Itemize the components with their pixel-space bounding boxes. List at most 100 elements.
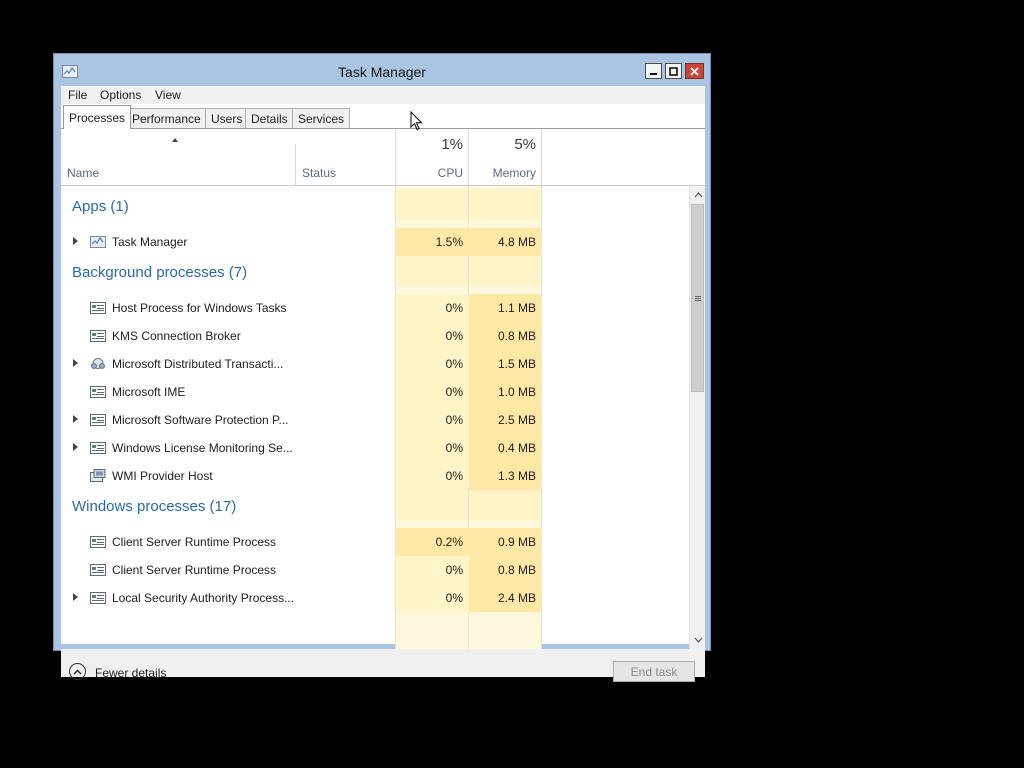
process-name: Task Manager xyxy=(112,235,188,249)
process-cpu: 0% xyxy=(396,584,469,612)
scroll-thumb[interactable] xyxy=(691,204,704,392)
cpu-total-percent: 1% xyxy=(441,136,463,153)
process-row[interactable]: Task Manager 1.5% 4.8 MB xyxy=(61,228,688,256)
chevron-up-icon xyxy=(73,669,82,674)
menu-view[interactable]: View xyxy=(155,87,181,103)
process-row[interactable]: Microsoft IME 0% 1.0 MB xyxy=(61,378,688,406)
expand-arrow-icon[interactable] xyxy=(73,359,78,367)
minimize-icon xyxy=(650,72,657,75)
process-name: Client Server Runtime Process xyxy=(112,535,277,549)
footer-bar: Fewer details End task xyxy=(61,649,705,682)
process-row[interactable]: Client Server Runtime Process 0% 0.8 MB xyxy=(61,556,688,584)
process-memory: 0.8 MB xyxy=(469,322,542,350)
expand-arrow-icon[interactable] xyxy=(73,443,78,451)
process-name: Host Process for Windows Tasks xyxy=(112,301,287,315)
task-manager-icon xyxy=(90,236,106,248)
minimize-button[interactable] xyxy=(645,63,662,79)
scroll-up-button[interactable] xyxy=(691,187,705,203)
group-cpu-band xyxy=(396,190,468,220)
memory-header-label: Memory xyxy=(492,166,536,180)
process-name: Windows License Monitoring Se... xyxy=(112,441,293,455)
cpu-column-header[interactable]: 1% CPU xyxy=(396,129,469,185)
process-name: Client Server Runtime Process xyxy=(112,563,277,577)
maximize-icon xyxy=(669,66,678,76)
column-header: Name Status 1% CPU 5% Memory xyxy=(61,129,705,186)
memory-column-header[interactable]: 5% Memory xyxy=(469,129,542,185)
group-memory-band xyxy=(469,490,541,520)
process-row[interactable]: Windows License Monitoring Se... 0% 0.4 MB xyxy=(61,434,688,462)
process-memory: 0.4 MB xyxy=(469,434,542,462)
process-memory: 2.4 MB xyxy=(469,584,542,612)
menu-file[interactable]: File xyxy=(68,87,87,103)
expand-arrow-icon[interactable] xyxy=(73,593,78,601)
mouse-cursor-icon xyxy=(410,111,423,131)
group-title: Windows processes (17) xyxy=(72,498,237,515)
process-memory: 1.1 MB xyxy=(469,294,542,322)
menu-bar: File Options View xyxy=(61,86,705,104)
vertical-scrollbar[interactable] xyxy=(689,187,705,649)
client-area: File Options View Processes Performance … xyxy=(61,86,705,682)
process-window-icon xyxy=(90,330,106,342)
process-cpu: 0% xyxy=(396,462,469,490)
process-row[interactable]: Local Security Authority Process... 0% 2.4… xyxy=(61,584,688,612)
process-window-icon xyxy=(90,536,106,548)
process-list: Apps (1) Task Manager 1.5% 4.8 MB Background… xyxy=(61,186,688,649)
process-cpu: 0% xyxy=(396,294,469,322)
process-window-icon xyxy=(90,442,106,454)
fewer-details-link[interactable]: Fewer details xyxy=(95,666,166,680)
menu-options[interactable]: Options xyxy=(100,87,141,103)
expand-arrow-icon[interactable] xyxy=(73,237,78,245)
process-window-icon xyxy=(90,592,106,604)
process-name: WMI Provider Host xyxy=(112,469,213,483)
tab-performance[interactable]: Performance xyxy=(126,108,207,128)
scroll-down-button[interactable] xyxy=(691,632,705,648)
process-cpu: 0% xyxy=(396,378,469,406)
end-task-button[interactable]: End task xyxy=(613,661,695,682)
tab-processes[interactable]: Processes xyxy=(63,105,132,129)
process-memory: 0.9 MB xyxy=(469,528,542,556)
tab-details[interactable]: Details xyxy=(245,108,294,128)
window-title: Task Manager xyxy=(338,64,426,80)
process-row[interactable]: Client Server Runtime Process 0.2% 0.9 MB xyxy=(61,528,688,556)
process-name: Local Security Authority Process... xyxy=(112,591,295,605)
tab-services[interactable]: Services xyxy=(292,108,351,128)
process-row[interactable]: Microsoft Distributed Transacti... 0% 1.5 … xyxy=(61,350,688,378)
process-row[interactable]: Host Process for Windows Tasks 0% 1.1 MB xyxy=(61,294,688,322)
process-cpu: 0% xyxy=(396,434,469,462)
process-window-icon xyxy=(90,386,106,398)
tab-strip: Processes Performance Users Details Serv… xyxy=(61,104,705,129)
process-cpu: 0% xyxy=(396,406,469,434)
process-window-icon xyxy=(90,302,106,314)
process-name: Microsoft IME xyxy=(112,385,186,399)
process-name: Microsoft Software Protection P... xyxy=(112,413,289,427)
maximize-button[interactable] xyxy=(665,63,682,79)
process-window-icon xyxy=(90,414,106,426)
close-icon xyxy=(690,66,699,76)
column-divider[interactable] xyxy=(541,130,542,185)
group-memory-band xyxy=(469,190,541,220)
memory-total-percent: 5% xyxy=(514,136,536,153)
title-bar[interactable]: Task Manager xyxy=(54,54,710,86)
group-title: Background processes (7) xyxy=(72,264,248,281)
fewer-details-button[interactable] xyxy=(69,663,86,680)
expand-arrow-icon[interactable] xyxy=(73,415,78,423)
close-button[interactable] xyxy=(685,63,704,79)
process-memory: 2.5 MB xyxy=(469,406,542,434)
process-row[interactable]: WMI Provider Host 0% 1.3 MB xyxy=(61,462,688,490)
process-memory: 4.8 MB xyxy=(469,228,542,256)
group-cpu-band xyxy=(396,256,468,286)
name-column-header[interactable]: Name xyxy=(61,129,295,185)
process-row[interactable]: KMS Connection Broker 0% 0.8 MB xyxy=(61,322,688,350)
process-name: Microsoft Distributed Transacti... xyxy=(112,357,284,371)
grip-icon xyxy=(695,296,701,301)
process-row[interactable]: Microsoft Software Protection P... 0% 2.5 … xyxy=(61,406,688,434)
wmi-provider-icon xyxy=(90,469,106,482)
process-cpu: 0.2% xyxy=(396,528,469,556)
group-cpu-band xyxy=(396,490,468,520)
tab-users[interactable]: Users xyxy=(205,108,249,128)
status-column-header[interactable]: Status xyxy=(296,129,396,185)
group-title: Apps (1) xyxy=(72,198,129,215)
process-cpu: 1.5% xyxy=(396,228,469,256)
process-cpu: 0% xyxy=(396,350,469,378)
process-name: KMS Connection Broker xyxy=(112,329,241,343)
